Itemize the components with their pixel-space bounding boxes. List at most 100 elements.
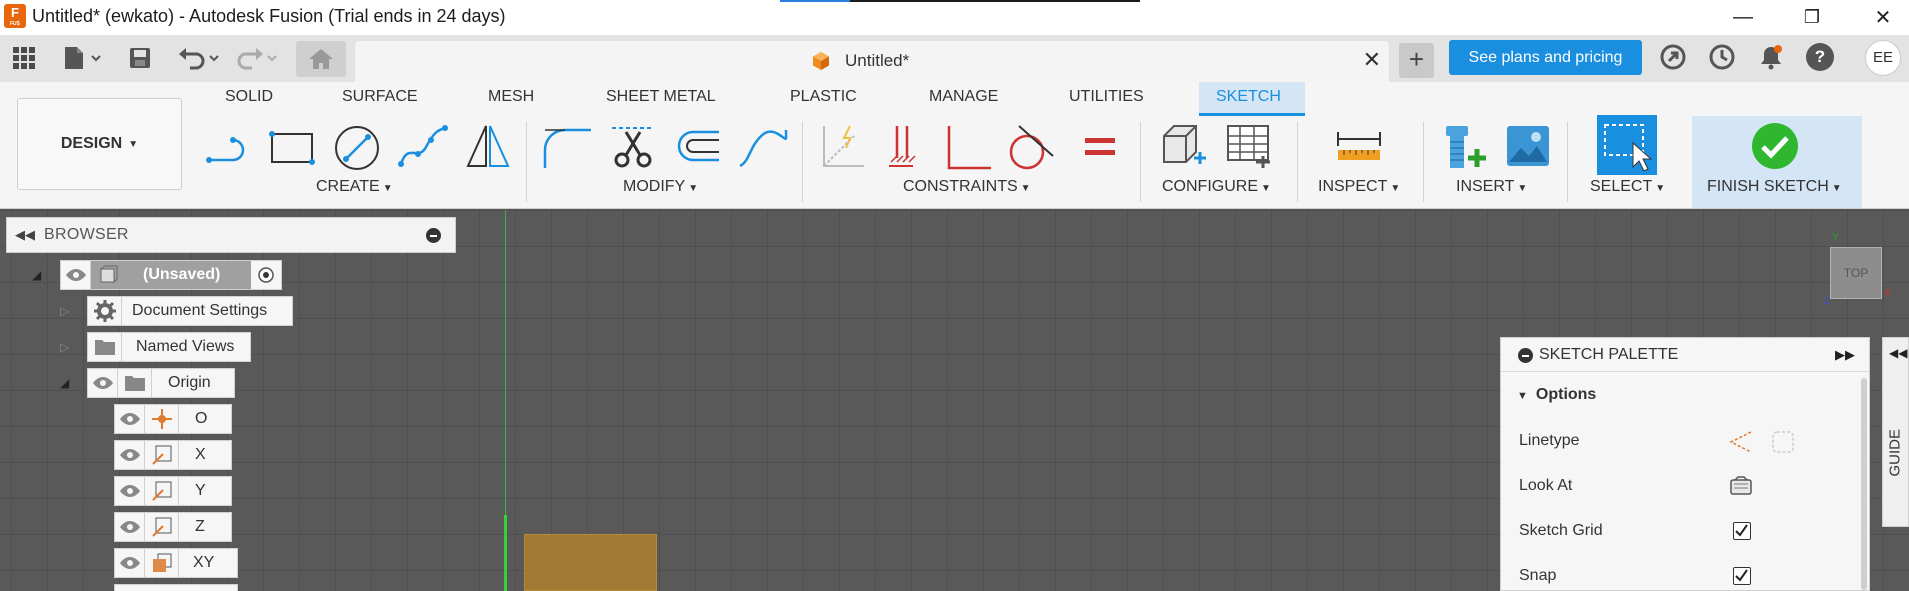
create-menu[interactable]: CREATE ▼: [316, 178, 393, 196]
expand-named-views-icon[interactable]: ▷: [60, 340, 69, 354]
palette-scrollbar[interactable]: [1861, 378, 1867, 590]
configure-cube-icon[interactable]: [1158, 122, 1208, 172]
browser-item-named-views[interactable]: Named Views: [87, 332, 251, 362]
origin-item-x[interactable]: X: [114, 440, 232, 470]
coincident-constraint-icon[interactable]: [883, 122, 933, 172]
ribbon-divider: [1423, 122, 1424, 202]
trim-tool-icon[interactable]: [608, 122, 658, 172]
fillet-tool-icon[interactable]: [543, 122, 593, 172]
extensions-icon[interactable]: [1659, 43, 1687, 71]
browser-item-origin[interactable]: Origin: [87, 368, 235, 398]
tab-sketch[interactable]: SKETCH: [1216, 88, 1281, 106]
sketch-palette-header[interactable]: SKETCH PALETTE ▶▶: [1501, 338, 1869, 372]
help-icon[interactable]: ?: [1806, 43, 1834, 71]
origin-item-o[interactable]: O: [114, 404, 232, 434]
gear-icon: [88, 297, 122, 325]
visibility-eye-icon[interactable]: [115, 513, 145, 541]
minimize-browser-icon[interactable]: [426, 228, 441, 243]
xy-plane-preview[interactable]: [524, 534, 657, 591]
line-tool-icon[interactable]: [203, 122, 253, 172]
inspect-menu[interactable]: INSPECT ▼: [1318, 178, 1400, 196]
finish-sketch-check-icon[interactable]: [1751, 122, 1799, 170]
close-tab-icon[interactable]: ✕: [1363, 47, 1381, 73]
document-tab[interactable]: Untitled* ✕: [355, 41, 1389, 82]
configure-table-icon[interactable]: [1224, 122, 1274, 172]
select-menu[interactable]: SELECT ▼: [1590, 178, 1665, 196]
spline-tool-icon[interactable]: [398, 122, 448, 172]
workspace-selector[interactable]: DESIGN ▼: [17, 98, 182, 190]
file-menu-icon[interactable]: [62, 45, 104, 71]
minimize-button[interactable]: —: [1717, 0, 1769, 35]
collapse-browser-icon[interactable]: ◀◀: [15, 227, 35, 243]
visibility-eye-icon[interactable]: [115, 477, 145, 505]
origin-item-z[interactable]: Z: [114, 512, 232, 542]
redo-icon[interactable]: [236, 45, 280, 71]
expand-origin-icon[interactable]: ◢: [60, 376, 69, 390]
tab-manage[interactable]: MANAGE: [929, 88, 998, 106]
circle-tool-icon[interactable]: [332, 122, 382, 172]
browser-root-node[interactable]: (Unsaved): [60, 260, 282, 290]
visibility-eye-icon[interactable]: [61, 261, 91, 289]
select-icon[interactable]: [1597, 115, 1657, 175]
new-tab-button[interactable]: +: [1399, 43, 1434, 78]
sketch-grid-checkbox[interactable]: [1733, 522, 1751, 540]
minimize-palette-icon[interactable]: [1518, 348, 1533, 363]
finish-sketch-menu[interactable]: FINISH SKETCH ▼: [1707, 178, 1842, 196]
origin-item-y[interactable]: Y: [114, 476, 232, 506]
save-icon[interactable]: [128, 45, 152, 71]
auto-constrain-icon[interactable]: [818, 122, 868, 172]
modify-menu[interactable]: MODIFY ▼: [623, 178, 698, 196]
browser-panel-header[interactable]: ◀◀ BROWSER: [6, 217, 456, 253]
configure-menu[interactable]: CONFIGURE ▼: [1162, 178, 1271, 196]
visibility-eye-icon[interactable]: [115, 441, 145, 469]
mirror-tool-icon[interactable]: [462, 122, 512, 172]
tab-mesh[interactable]: MESH: [488, 88, 534, 106]
perpendicular-constraint-icon[interactable]: [943, 122, 993, 172]
rectangle-tool-icon[interactable]: [268, 122, 318, 172]
offset-tool-icon[interactable]: [673, 122, 723, 172]
expand-doc-settings-icon[interactable]: ▷: [60, 304, 69, 318]
origin-item-xy[interactable]: XY: [114, 548, 238, 578]
origin-item-next[interactable]: [114, 584, 238, 591]
notifications-icon[interactable]: [1757, 43, 1785, 71]
user-avatar[interactable]: EE: [1865, 40, 1901, 76]
expand-palette-icon[interactable]: ▶▶: [1835, 347, 1855, 363]
expand-guide-icon[interactable]: ◀◀: [1889, 346, 1907, 360]
construction-linetype-icon[interactable]: [1727, 430, 1753, 454]
job-status-icon[interactable]: [1708, 43, 1736, 71]
insert-mcmaster-icon[interactable]: [1438, 122, 1488, 172]
centerline-linetype-icon[interactable]: [1771, 430, 1795, 454]
expand-root-icon[interactable]: ◢: [32, 268, 41, 282]
look-at-icon[interactable]: [1729, 476, 1753, 496]
home-icon[interactable]: [296, 41, 346, 77]
activate-radio-icon[interactable]: [251, 267, 281, 283]
equal-constraint-icon[interactable]: [1075, 122, 1125, 172]
undo-icon[interactable]: [178, 45, 222, 71]
see-plans-button[interactable]: See plans and pricing: [1449, 40, 1642, 75]
insert-canvas-icon[interactable]: [1503, 122, 1553, 172]
extend-tool-icon[interactable]: [738, 122, 788, 172]
browser-item-document-settings[interactable]: Document Settings: [87, 296, 293, 326]
tab-plastic[interactable]: PLASTIC: [790, 88, 857, 106]
tab-solid[interactable]: SOLID: [225, 88, 273, 106]
folder-icon: [88, 333, 122, 361]
tab-surface[interactable]: SURFACE: [342, 88, 418, 106]
restore-button[interactable]: ❐: [1786, 0, 1838, 35]
options-section-toggle[interactable]: ▼ Options: [1517, 386, 1596, 404]
constraints-menu[interactable]: CONSTRAINTS ▼: [903, 178, 1031, 196]
tab-sheet-metal[interactable]: SHEET METAL: [606, 88, 716, 106]
visibility-eye-icon[interactable]: [115, 405, 145, 433]
guide-panel-tab[interactable]: ◀◀ GUIDE: [1882, 337, 1909, 527]
snap-checkbox[interactable]: [1733, 567, 1751, 585]
visibility-eye-icon[interactable]: [88, 369, 118, 397]
plane-icon: [145, 549, 179, 577]
tab-utilities[interactable]: UTILITIES: [1069, 88, 1144, 106]
ribbon-divider: [1140, 122, 1141, 202]
tangent-constraint-icon[interactable]: [1005, 122, 1055, 172]
measure-icon[interactable]: [1334, 122, 1384, 172]
viewcube[interactable]: TOP: [1830, 247, 1882, 299]
insert-menu[interactable]: INSERT ▼: [1456, 178, 1527, 196]
visibility-eye-icon[interactable]: [115, 549, 145, 577]
app-grid-icon[interactable]: [12, 45, 36, 71]
close-window-button[interactable]: ✕: [1857, 0, 1909, 35]
